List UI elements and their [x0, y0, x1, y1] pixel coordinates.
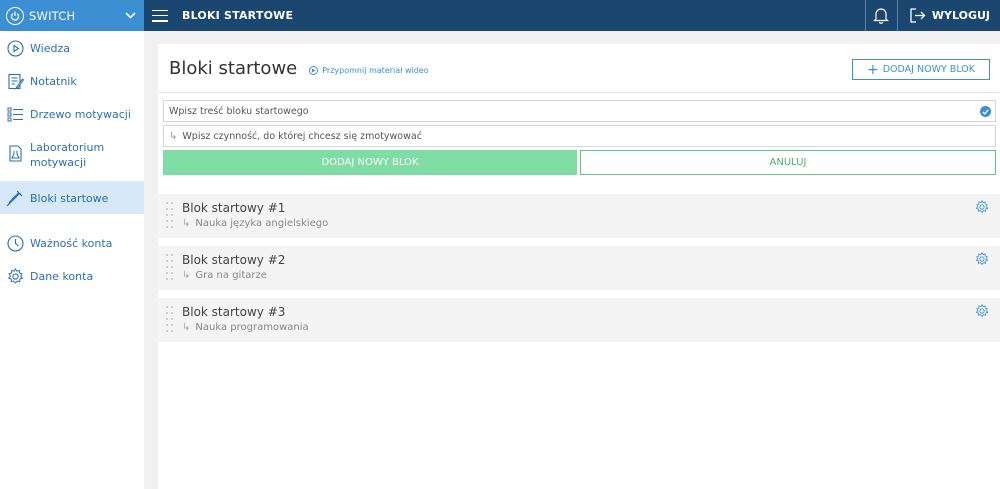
sidebar-item-label: Drzewo motywacji: [30, 108, 131, 121]
plus-icon: +: [867, 61, 879, 78]
sidebar-item-label: Laboratorium motywacji: [30, 141, 105, 169]
check-icon: [980, 106, 991, 117]
sidebar-item-label: Dane konta: [30, 270, 94, 283]
clock-icon: [6, 234, 24, 252]
settings-gear-icon[interactable]: [975, 200, 989, 214]
play-circle-icon: [309, 65, 319, 75]
block-list: Blok startowy #1 ↳ Nauka języka angielski…: [158, 194, 1000, 350]
block-title: Blok startowy #2: [182, 253, 286, 267]
drag-handle-icon[interactable]: [166, 306, 173, 334]
block-action: Gra na gitarze: [195, 270, 267, 281]
video-reminder-link[interactable]: Przypomnij materiał wideo: [309, 65, 429, 75]
sidebar-item-label: Notatnik: [30, 75, 77, 88]
notebook-icon: [6, 72, 24, 90]
block-content-placeholder: Wpisz treść bloku startowego: [169, 105, 309, 117]
return-arrow-icon: ↳: [182, 218, 191, 229]
settings-gear-icon[interactable]: [975, 252, 989, 266]
sidebar-item-label: Wiedza: [30, 42, 70, 55]
drag-handle-icon[interactable]: [166, 254, 173, 282]
sidebar-item-label: Bloki startowe: [30, 192, 109, 205]
sidebar-item-drzewo-motywacji[interactable]: Drzewo motywacji: [0, 97, 144, 130]
menu-icon[interactable]: [152, 9, 168, 22]
brand-switcher[interactable]: SWITCH: [0, 0, 144, 31]
page-title-bar: BLOKI STARTOWE: [182, 9, 294, 22]
form-buttons: DODAJ NOWY BLOK ANULUJ: [163, 150, 996, 175]
sidebar-item-laboratorium-motywacji[interactable]: Laboratorium motywacji: [0, 130, 144, 178]
lab-document-icon: [6, 144, 24, 162]
block-title: Blok startowy #3: [182, 305, 286, 319]
sidebar-item-bloki-startowe[interactable]: Bloki startowe: [0, 181, 144, 214]
list-tree-icon: [6, 105, 24, 123]
add-button-label: DODAJ NOWY BLOK: [882, 64, 975, 75]
block-action: Nauka programowania: [195, 322, 309, 333]
return-arrow-icon: ↳: [182, 270, 191, 281]
return-arrow-icon: ↳: [169, 130, 178, 142]
logout-button[interactable]: WYLOGUJ: [898, 8, 1000, 23]
sidebar: Wiedza Notatnik Drzewo motywacji Laborat…: [0, 31, 144, 489]
cancel-button[interactable]: ANULUJ: [580, 150, 996, 175]
add-new-block-button[interactable]: + DODAJ NOWY BLOK: [852, 59, 990, 80]
play-circle-icon: [6, 39, 24, 57]
action-placeholder: Wpisz czynność, do której chcesz się zmo…: [182, 130, 422, 142]
drag-handle-icon[interactable]: [166, 202, 173, 230]
video-link-label: Przypomnij materiał wideo: [322, 65, 429, 75]
list-item[interactable]: Blok startowy #3 ↳ Nauka programowania: [158, 298, 1000, 342]
syringe-icon: [6, 189, 24, 207]
page-title: Bloki startowe: [169, 57, 298, 79]
action-input[interactable]: ↳ Wpisz czynność, do której chcesz się z…: [163, 125, 996, 147]
list-item[interactable]: Blok startowy #1 ↳ Nauka języka angielski…: [158, 194, 1000, 238]
sidebar-item-wiedza[interactable]: Wiedza: [0, 31, 144, 64]
page-header: Bloki startowe Przypomnij materiał wideo…: [158, 44, 1000, 93]
brand-name: SWITCH: [29, 8, 76, 23]
block-action: Nauka języka angielskiego: [195, 218, 329, 229]
chevron-down-icon: [125, 12, 136, 19]
sidebar-item-dane-konta[interactable]: Dane konta: [0, 259, 144, 292]
logout-icon: [910, 8, 926, 23]
sidebar-item-label: Ważność konta: [30, 237, 113, 250]
sidebar-item-notatnik[interactable]: Notatnik: [0, 64, 144, 97]
settings-gear-icon[interactable]: [975, 304, 989, 318]
main-panel: Bloki startowe Przypomnij materiał wideo…: [158, 44, 1000, 489]
submit-block-button[interactable]: DODAJ NOWY BLOK: [163, 150, 577, 175]
new-block-form: Wpisz treść bloku startowego ↳ Wpisz czy…: [158, 93, 1000, 175]
block-content-input[interactable]: Wpisz treść bloku startowego: [163, 100, 996, 122]
sidebar-item-waznosc-konta[interactable]: Ważność konta: [0, 226, 144, 259]
gear-icon: [6, 267, 24, 285]
return-arrow-icon: ↳: [182, 322, 191, 333]
bell-icon[interactable]: [864, 0, 898, 31]
block-title: Blok startowy #1: [182, 201, 286, 215]
list-item[interactable]: Blok startowy #2 ↳ Gra na gitarze: [158, 246, 1000, 290]
top-bar: SWITCH BLOKI STARTOWE WYLOGUJ: [0, 0, 1000, 31]
logout-label: WYLOGUJ: [931, 9, 990, 22]
power-icon: [6, 6, 24, 25]
